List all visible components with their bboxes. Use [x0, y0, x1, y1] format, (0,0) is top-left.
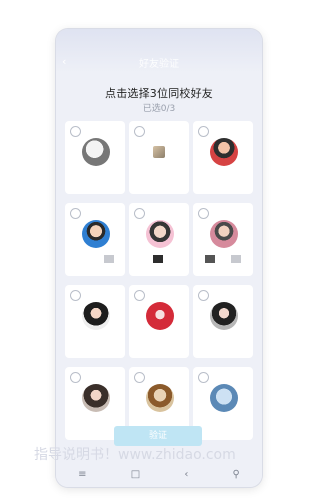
- avatar: [210, 220, 238, 248]
- radio-button[interactable]: [70, 290, 81, 301]
- avatar: [210, 384, 238, 412]
- avatar: [153, 146, 165, 158]
- phone-screen: ‹ 好友验证 点击选择3位同校好友 已选0/3 验证 ≡ □ ‹ ⚲: [56, 29, 262, 487]
- avatar: [82, 138, 110, 166]
- nav-title: 好友验证: [139, 59, 179, 70]
- friend-card[interactable]: [193, 203, 253, 276]
- radio-button[interactable]: [198, 208, 209, 219]
- watermark: 指导说明书！www.zhidao.com: [34, 447, 236, 463]
- radio-button[interactable]: [134, 126, 145, 137]
- friend-card[interactable]: [65, 121, 125, 194]
- system-navbar: ≡ □ ‹ ⚲: [56, 461, 262, 487]
- radio-button[interactable]: [134, 372, 145, 383]
- avatar: [210, 302, 238, 330]
- name-mask: [231, 255, 241, 263]
- name-mask: [104, 255, 114, 263]
- avatar: [210, 138, 238, 166]
- radio-button[interactable]: [134, 208, 145, 219]
- friend-card[interactable]: [129, 285, 189, 358]
- radio-button[interactable]: [70, 208, 81, 219]
- back-icon[interactable]: ‹: [184, 469, 188, 480]
- friend-card[interactable]: [193, 285, 253, 358]
- avatar: [82, 302, 110, 330]
- radio-button[interactable]: [198, 126, 209, 137]
- friend-grid: [65, 121, 253, 440]
- radio-button[interactable]: [198, 372, 209, 383]
- radio-button[interactable]: [198, 290, 209, 301]
- menu-icon[interactable]: ≡: [78, 469, 86, 480]
- verify-button[interactable]: 验证: [114, 426, 202, 446]
- name-mask: [153, 255, 163, 263]
- avatar: [82, 384, 110, 412]
- avatar: [146, 220, 174, 248]
- avatar: [146, 302, 174, 330]
- friend-card[interactable]: [129, 121, 189, 194]
- name-mask: [205, 255, 215, 263]
- friend-card[interactable]: [65, 285, 125, 358]
- friend-card[interactable]: [193, 367, 253, 440]
- accessibility-icon[interactable]: ⚲: [233, 469, 240, 480]
- friend-card[interactable]: [65, 203, 125, 276]
- radio-button[interactable]: [70, 126, 81, 137]
- friend-card[interactable]: [129, 203, 189, 276]
- selection-counter: 已选0/3: [142, 104, 176, 114]
- radio-button[interactable]: [70, 372, 81, 383]
- home-icon[interactable]: □: [131, 469, 140, 480]
- page-title: 点击选择3位同校好友: [105, 87, 213, 100]
- friend-card[interactable]: [193, 121, 253, 194]
- radio-button[interactable]: [134, 290, 145, 301]
- avatar: [82, 220, 110, 248]
- avatar: [146, 384, 174, 412]
